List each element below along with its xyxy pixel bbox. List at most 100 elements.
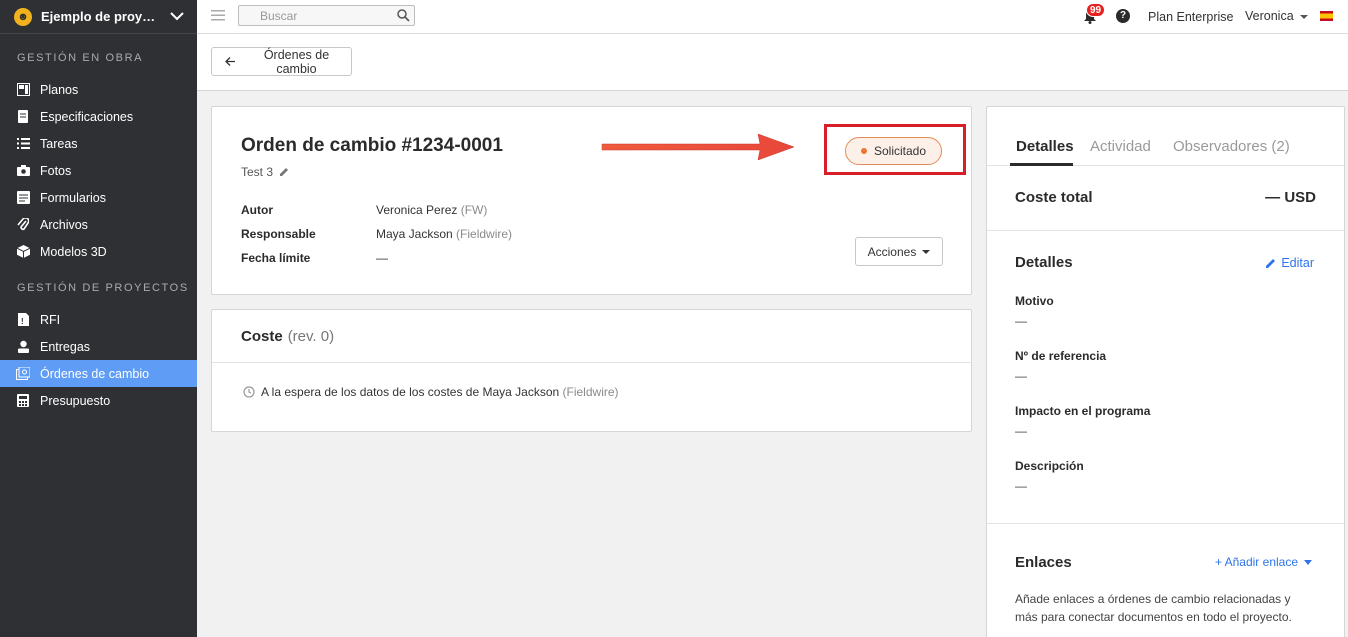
tab-observadores[interactable]: Observadores (2) <box>1173 138 1290 155</box>
arrow-left-icon <box>225 57 235 66</box>
forms-icon <box>16 191 30 205</box>
section-title-obra: GESTIÓN EN OBRA <box>17 52 144 64</box>
svg-text:!: ! <box>21 317 24 326</box>
field-value: — <box>1015 479 1027 493</box>
search-input[interactable] <box>239 6 389 25</box>
section-title-proyectos: GESTIÓN DE PROYECTOS <box>17 282 189 294</box>
plans-icon <box>16 83 30 97</box>
cost-card: Coste (rev. 0) A la espera de los datos … <box>211 309 972 432</box>
sidebar: ☻ Ejemplo de proyecto... GESTIÓN EN OBRA… <box>0 0 197 637</box>
pencil-icon <box>1266 258 1276 268</box>
project-selector[interactable]: ☻ Ejemplo de proyecto... <box>0 0 197 34</box>
sidebar-item-tareas[interactable]: Tareas <box>0 130 197 157</box>
responsible-value: Maya Jackson (Fieldwire) <box>376 227 513 241</box>
sidebar-item-label: Entregas <box>40 339 91 354</box>
notifications-badge[interactable]: 99 <box>1086 3 1106 17</box>
sidebar-item-label: Presupuesto <box>40 393 111 408</box>
cost-waiting-message: A la espera de los datos de los costes d… <box>243 385 619 399</box>
add-link-button[interactable]: + Añadir enlace <box>1215 555 1312 569</box>
caret-down-icon <box>922 249 931 254</box>
field-label: Nº de referencia <box>1015 349 1107 363</box>
field-value: — <box>1015 369 1027 383</box>
sidebar-item-planos[interactable]: Planos <box>0 76 197 103</box>
field-value: — <box>1015 424 1027 438</box>
due-date-label: Fecha límite <box>241 251 311 265</box>
project-name: Ejemplo de proyecto... <box>41 9 156 24</box>
paperclip-icon <box>16 218 30 232</box>
divider <box>987 523 1344 524</box>
sidebar-item-fotos[interactable]: Fotos <box>0 157 197 184</box>
change-order-card: Orden de cambio #1234-0001 Test 3 Autor … <box>211 106 972 295</box>
cost-revision: (rev. 0) <box>287 327 335 345</box>
user-name: Veronica <box>1245 9 1294 23</box>
sidebar-item-rfi[interactable]: ! RFI <box>0 306 197 333</box>
specs-icon <box>16 110 30 124</box>
project-logo-icon: ☻ <box>14 7 32 26</box>
waiting-text: A la espera de los datos de los costes d… <box>261 385 560 399</box>
total-cost-label: Coste total <box>1015 189 1093 206</box>
details-tabs: Detalles Actividad Observadores (2) <box>987 107 1344 166</box>
spain-flag-icon[interactable] <box>1320 11 1333 21</box>
order-subtitle-text: Test 3 <box>241 165 274 179</box>
author-label: Autor <box>241 203 273 217</box>
details-panel: Detalles Actividad Observadores (2) Cost… <box>986 106 1345 637</box>
sidebar-item-archivos[interactable]: Archivos <box>0 211 197 238</box>
field-value: — <box>1015 314 1027 328</box>
total-cost-value: — USD <box>1265 189 1316 206</box>
back-button-label: Órdenes de cambio <box>263 47 330 76</box>
sidebar-item-label: RFI <box>40 312 61 327</box>
hamburger-menu-icon[interactable] <box>211 10 225 21</box>
total-cost-row: Coste total — USD <box>987 166 1344 231</box>
sidebar-item-label: Especificaciones <box>40 109 134 124</box>
sidebar-item-presupuesto[interactable]: Presupuesto <box>0 387 197 414</box>
sidebar-item-label: Formularios <box>40 190 106 205</box>
sidebar-item-label: Archivos <box>40 217 88 232</box>
tab-detalles[interactable]: Detalles <box>1016 138 1074 155</box>
caret-down-icon <box>1304 559 1312 565</box>
sidebar-item-ordenes-de-cambio[interactable]: Órdenes de cambio <box>0 360 197 387</box>
tab-actividad[interactable]: Actividad <box>1090 138 1151 155</box>
chevron-down-icon <box>170 12 184 21</box>
sidebar-item-label: Planos <box>40 82 79 97</box>
order-subtitle: Test 3 <box>241 165 289 179</box>
plan-link[interactable]: Plan Enterprise <box>1148 10 1233 24</box>
cube-icon <box>16 245 30 259</box>
search-icon[interactable] <box>397 9 410 22</box>
links-section-title: Enlaces <box>1015 554 1072 571</box>
cost-header: Coste (rev. 0) <box>212 310 971 363</box>
tasks-icon <box>16 137 30 151</box>
sidebar-item-entregas[interactable]: Entregas <box>0 333 197 360</box>
actions-dropdown-button[interactable]: Acciones <box>855 237 943 266</box>
topbar: 99 ? Plan Enterprise Veronica <box>197 0 1348 34</box>
responsible-label: Responsable <box>241 227 316 241</box>
cost-title: Coste <box>241 327 283 345</box>
change-orders-icon <box>16 367 30 381</box>
annotation-arrow-icon <box>601 133 795 161</box>
edit-details-button[interactable]: Editar <box>1265 256 1314 270</box>
pencil-icon[interactable] <box>279 167 289 177</box>
sidebar-item-modelos-3d[interactable]: Modelos 3D <box>0 238 197 265</box>
sidebar-item-especificaciones[interactable]: Especificaciones <box>0 103 197 130</box>
subheader: Órdenes de cambio <box>197 34 1348 91</box>
camera-icon <box>16 164 30 178</box>
help-icon[interactable]: ? <box>1116 9 1130 23</box>
field-label: Motivo <box>1015 294 1054 308</box>
sidebar-item-label: Fotos <box>40 163 72 178</box>
links-description: Añade enlaces a órdenes de cambio relaci… <box>1015 592 1292 624</box>
sidebar-item-label: Tareas <box>40 136 78 151</box>
sidebar-item-label: Modelos 3D <box>40 244 107 259</box>
edit-label: Editar <box>1281 256 1314 270</box>
submittals-icon <box>16 340 30 354</box>
details-section-title: Detalles <box>1015 254 1073 271</box>
calculator-icon <box>16 394 30 408</box>
field-label: Descripción <box>1015 459 1084 473</box>
due-date-value: — <box>376 251 388 265</box>
page-title: Orden de cambio #1234-0001 <box>241 135 503 156</box>
author-value: Veronica Perez (FW) <box>376 203 488 217</box>
back-to-change-orders-button[interactable]: Órdenes de cambio <box>211 47 352 76</box>
highlight-box <box>824 124 966 175</box>
sidebar-item-formularios[interactable]: Formularios <box>0 184 197 211</box>
user-menu[interactable]: Veronica <box>1245 9 1308 23</box>
sidebar-item-label: Órdenes de cambio <box>40 366 150 381</box>
caret-down-icon <box>1299 14 1308 19</box>
